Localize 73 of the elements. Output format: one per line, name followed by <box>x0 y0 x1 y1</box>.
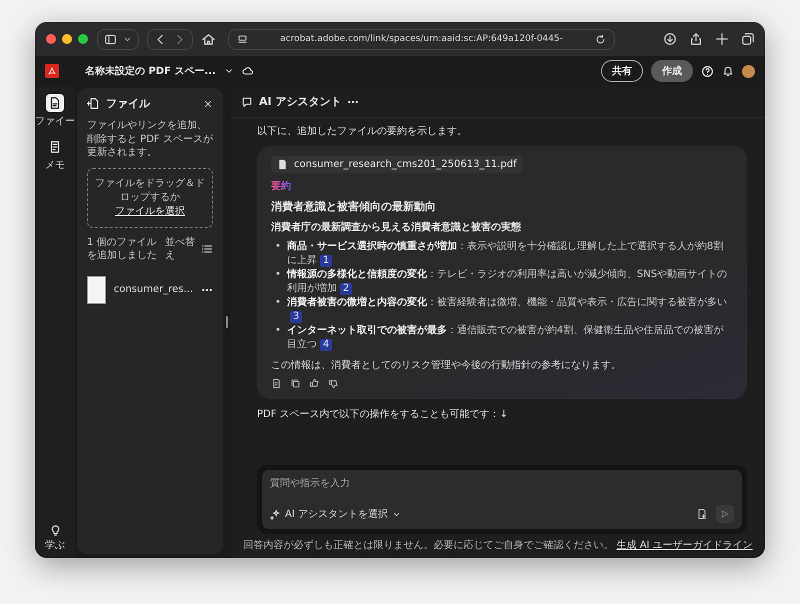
thumbs-down-icon[interactable] <box>328 378 339 389</box>
lightbulb-icon <box>48 523 62 536</box>
url-text: acrobat.adobe.com/link/spaces/urn:aaid:sc:AP:649a120f-0445- <box>279 34 564 44</box>
file-name[interactable]: consumer_res... <box>114 284 193 295</box>
send-button[interactable] <box>716 505 734 523</box>
help-icon[interactable] <box>701 64 714 78</box>
bullet-marker: • <box>275 324 281 338</box>
drop-zone[interactable]: ファイルをドラッグ＆ドロップするか ファイルを選択 <box>87 168 213 228</box>
sparkle-icon <box>270 508 281 520</box>
rail-item[interactable]: ファイー <box>35 94 75 128</box>
bullet-marker: • <box>275 240 281 254</box>
disclaimer-text: 回答内容が必ずしも正確とは限りません。必要に応じてご自身でご確認ください。 生成 AI ユーザーガイドライン <box>242 538 754 553</box>
citation-link[interactable]: 4 <box>320 339 332 351</box>
download-icon[interactable] <box>663 32 677 46</box>
rail-item[interactable]: メモ <box>45 138 65 172</box>
sidebar-toggle-button[interactable] <box>97 28 139 50</box>
citation-link[interactable]: 1 <box>320 255 332 267</box>
file-icon <box>48 96 62 110</box>
document-icon <box>277 159 288 170</box>
select-file-link[interactable]: ファイルを選択 <box>115 206 185 216</box>
list-view-icon[interactable] <box>201 242 213 254</box>
send-icon <box>720 509 730 519</box>
document-thumbnail[interactable] <box>87 276 106 304</box>
address-bar[interactable]: acrobat.adobe.com/link/spaces/urn:aaid:sc:AP:649a120f-0445- <box>228 28 615 50</box>
window-controls-icon[interactable] <box>45 31 89 47</box>
guideline-link[interactable]: 生成 AI ユーザーガイドライン <box>616 540 753 551</box>
bullet-marker: • <box>275 268 281 282</box>
home-icon[interactable] <box>201 32 216 46</box>
summary-bullet: インターネット取引での被害が最多：通信販売での被害が約4割、保健衛生品や住居品での被害が目立つ 4 <box>286 324 724 352</box>
summary-subheading: 消費者庁の最新調査から見える消費者意識と被害の実態 <box>271 220 522 234</box>
intro-message: 以下に、追加したファイルの要約を示します。 <box>257 124 468 138</box>
citation-link[interactable]: 3 <box>290 311 302 323</box>
thumbs-up-icon[interactable] <box>309 378 320 389</box>
bell-icon[interactable] <box>722 65 734 77</box>
resize-handle[interactable] <box>226 316 228 328</box>
file-chip[interactable]: consumer_research_cms201_250613_11.pdf <box>271 156 523 173</box>
learn-button[interactable]: 学ぶ <box>45 523 65 552</box>
page-icon <box>237 34 248 44</box>
summary-bullet: 情報源の多様化と信頼度の変化：テレビ・ラジオの利用率は高いが減少傾向、SNSや動画サイトの利用が増加 2 <box>286 268 728 296</box>
followup-message: PDF スペース内で以下の操作をすることも可能です：↓ <box>257 408 510 421</box>
summary-label: 要約 <box>271 179 291 193</box>
copy-icon[interactable] <box>290 378 301 389</box>
plus-icon[interactable] <box>715 32 729 46</box>
sidebar-icon <box>104 32 117 46</box>
reload-icon[interactable] <box>595 34 606 44</box>
avatar[interactable] <box>742 64 755 78</box>
panel-description: ファイルやリンクを追加、削除すると PDF スペースが更新されます。 <box>87 119 213 160</box>
sort-button[interactable]: 並べ替え <box>165 236 195 262</box>
summary-heading: 消費者意識と被害傾向の最新動向 <box>271 199 437 214</box>
prompt-input[interactable]: 質問や指示を入力 AI アシスタントを選択 <box>262 470 742 529</box>
add-to-notes-icon[interactable] <box>271 378 282 389</box>
close-icon[interactable] <box>203 98 213 108</box>
summary-bullet: 消費者被害の微増と内容の変化：被害経験者は微増、機能・品質や表示・広告に関する被害が多い 3 <box>286 296 728 324</box>
share-icon[interactable] <box>689 32 703 46</box>
tabs-icon[interactable] <box>741 32 755 46</box>
share-button[interactable]: 共有 <box>601 60 643 82</box>
file-count: 1 個のファイルを追加しました <box>87 236 158 262</box>
summary-closing: この情報は、消費者としてのリスク管理や今後の行動指針の参考になります。 <box>271 358 622 372</box>
chat-icon <box>241 96 253 108</box>
note-icon <box>48 140 62 154</box>
summary-bullet: 商品・サービス選択時の慎重さが増加：表示や説明を十分確認し理解した上で選択する人が約8割に上昇 1 <box>286 240 724 268</box>
logo-icon <box>47 66 57 76</box>
citation-link[interactable]: 2 <box>340 283 352 295</box>
assistant-title: AI アシスタント <box>259 94 342 109</box>
assistant-selector[interactable]: AI アシスタントを選択 <box>270 507 401 521</box>
space-title: 名称未設定の PDF スペー... <box>85 64 216 78</box>
panel-title: ファイル <box>106 96 150 111</box>
app-logo[interactable] <box>45 64 59 78</box>
file-add-icon <box>87 97 100 110</box>
attach-file-icon[interactable] <box>696 508 708 520</box>
create-button[interactable]: 作成 <box>651 60 693 82</box>
bullet-marker: • <box>275 296 281 310</box>
cloud-icon <box>242 65 254 77</box>
